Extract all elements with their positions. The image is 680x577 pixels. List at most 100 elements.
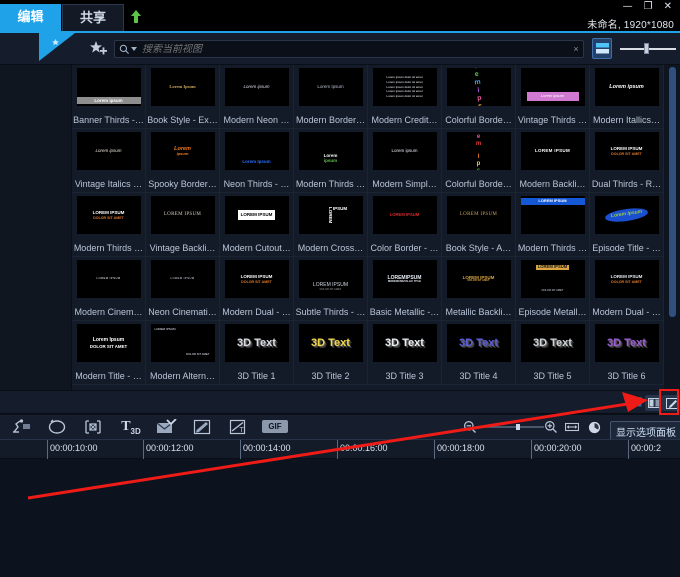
title-template-cell[interactable]: LOREM IPSUMDOLOR SIT AMETDual Thirds - R…	[590, 129, 664, 193]
title-template-cell[interactable]: Lorem IpsumBook Style - Ex…	[146, 65, 220, 129]
duplicate-panels-icon[interactable]	[625, 395, 643, 411]
template-thumbnail[interactable]: Lorem Ipsum	[225, 132, 289, 170]
title-template-cell[interactable]: LOREM IPSUMColor Border - …	[368, 193, 442, 257]
timeline-zoom-slider[interactable]	[484, 424, 544, 430]
title-template-cell[interactable]: 3D Text3D Title 5	[516, 321, 590, 385]
title-template-cell[interactable]: Lorem IpsumNeon Thirds - …	[220, 129, 294, 193]
tab-edit[interactable]: 编辑	[0, 4, 62, 31]
project-duration-icon[interactable]	[586, 418, 602, 436]
search-box[interactable]: ×	[114, 40, 584, 58]
timeline-track-area[interactable]	[0, 459, 680, 577]
template-thumbnail[interactable]: Lorem Ipsum	[595, 196, 659, 234]
template-thumbnail[interactable]: LOREM IPSUMDOLOR SIT AMET	[225, 260, 289, 298]
template-thumbnail[interactable]: LOREM IPSUM	[225, 196, 289, 234]
template-thumbnail[interactable]: Loremipsum	[447, 68, 511, 106]
title-template-cell[interactable]: Lorem ipsumModern Neon …	[220, 65, 294, 129]
title-template-cell[interactable]: LOREM IPSUMBook Style - A…	[442, 193, 516, 257]
template-thumbnail[interactable]: Lorem ipsum	[299, 132, 363, 170]
template-thumbnail[interactable]: LoremIpsum	[447, 132, 511, 170]
template-thumbnail[interactable]: LOREM IPSUMDOLOR SIT AMET	[521, 260, 585, 298]
thumbnail-size-slider[interactable]	[620, 47, 676, 51]
paint-designer-icon[interactable]	[190, 418, 214, 436]
title-template-cell[interactable]: LOREM IPSUMModern Cinem…	[72, 257, 146, 321]
template-thumbnail[interactable]: LOREM IPSUMDOLOR SIT AMET	[299, 260, 363, 298]
title-template-cell[interactable]: Lorem ipsumVintage Thirds …	[516, 65, 590, 129]
title-template-cell[interactable]: LOREM IPSUMDOLOR SIT AMETModern Dual - …	[590, 257, 664, 321]
zoom-out-icon[interactable]	[462, 418, 478, 436]
title-template-cell[interactable]: LOREM IPSUMDOLOR SIT AMETSubtle Thirds -…	[294, 257, 368, 321]
template-thumbnail[interactable]: LOREM IPSUM	[77, 260, 141, 298]
mask-creator-icon[interactable]	[46, 418, 68, 436]
multicam-editor-icon[interactable]	[82, 418, 104, 436]
scrollbar-gutter[interactable]	[664, 65, 680, 390]
title-template-cell[interactable]: LOREM IPSUMModern Thirds …	[516, 193, 590, 257]
add-star-icon[interactable]	[88, 39, 108, 59]
title-template-cell[interactable]: 3D Text3D Title 6	[590, 321, 664, 385]
title-template-cell[interactable]: LOREMIPSUMMODERN METALLIC TITLEBasic Met…	[368, 257, 442, 321]
title-template-cell[interactable]: Lorem IpsumDOLOR SIT AMETModern Title - …	[72, 321, 146, 385]
template-thumbnail[interactable]: LOREM IPSUM	[521, 196, 585, 234]
template-thumbnail[interactable]: Lorem Ipsum	[299, 68, 363, 106]
title-template-cell[interactable]: LoremIpsumColorful Borde…	[442, 129, 516, 193]
tab-share[interactable]: 共享	[62, 4, 124, 31]
title-template-cell[interactable]: Lorem ipsumModern Thirds …	[294, 129, 368, 193]
title-template-cell[interactable]: Lorem IpsumModern Border…	[294, 65, 368, 129]
template-thumbnail[interactable]: LOREM IPSUM	[151, 196, 215, 234]
template-thumbnail[interactable]: LOREM IPSUMDOLOR SIT AMET	[77, 196, 141, 234]
subtitle-editor-icon[interactable]	[154, 418, 178, 436]
template-thumbnail[interactable]: 3D Text	[225, 324, 289, 362]
minimize-icon[interactable]: —	[623, 2, 633, 12]
title-template-cell[interactable]: 3D Text3D Title 2	[294, 321, 368, 385]
template-thumbnail[interactable]: LOREM IPSUMDOLOR SIT AMET	[447, 260, 511, 298]
title-template-cell[interactable]: LOREM IPSUMDOLOR SIT AMETModern Dual - …	[220, 257, 294, 321]
template-thumbnail[interactable]: LOREMIPSUMMODERN METALLIC TITLE	[373, 260, 437, 298]
list-view-icon[interactable]	[592, 38, 612, 59]
template-thumbnail[interactable]: LOREM IPSUM	[151, 260, 215, 298]
template-thumbnail[interactable]: LOREM IPSUMDOLOR SIT AMET	[151, 324, 215, 362]
title-template-cell[interactable]: Lorem ipsumModern Itallics…	[590, 65, 664, 129]
zoom-in-icon[interactable]	[543, 418, 559, 436]
template-thumbnail[interactable]: LOREM IPSUM	[521, 132, 585, 170]
timeline-ruler[interactable]: 00:00:10:0000:00:12:0000:00:14:0000:00:1…	[0, 439, 680, 459]
title-template-cell[interactable]: LOREM IPSUMDOLOR SIT AMETMetallic Backli…	[442, 257, 516, 321]
template-thumbnail[interactable]: Lorem IpsumDOLOR SIT AMET	[77, 324, 141, 362]
audio-fade-icon[interactable]: T	[226, 418, 250, 436]
vertical-scrollbar-thumb[interactable]	[669, 67, 676, 317]
template-thumbnail[interactable]: Lorem ipsum dolor sit ametLorem ipsum do…	[373, 68, 437, 106]
title-template-cell[interactable]: LOREM IPSUMVintage Backli…	[146, 193, 220, 257]
template-thumbnail[interactable]: Lorem Ipsum	[151, 132, 215, 170]
template-thumbnail[interactable]: LOREM IPSUM	[373, 196, 437, 234]
template-thumbnail[interactable]: 3D Text	[521, 324, 585, 362]
close-icon[interactable]: ✕	[664, 2, 672, 12]
maximize-icon[interactable]: ❐	[644, 2, 653, 12]
template-thumbnail[interactable]: 3D Text	[299, 324, 363, 362]
slider-thumb[interactable]	[644, 43, 649, 54]
title-template-cell[interactable]: Lorem ipsumModern Simpl…	[368, 129, 442, 193]
template-thumbnail[interactable]: 3D Text	[595, 324, 659, 362]
library-category-panel[interactable]	[0, 65, 72, 390]
title-template-cell[interactable]: LOREM IPSUMNeon Cinemati…	[146, 257, 220, 321]
template-thumbnail[interactable]: LOREM IPSUMDOLOR SIT AMET	[595, 260, 659, 298]
template-thumbnail[interactable]: Lorem Ipsum	[151, 68, 215, 106]
title-template-cell[interactable]: 3D Text3D Title 4	[442, 321, 516, 385]
search-input[interactable]	[137, 44, 569, 55]
template-thumbnail[interactable]: LOREM IPSUM	[447, 196, 511, 234]
upload-arrow-icon[interactable]	[130, 10, 142, 24]
clear-search-icon[interactable]: ×	[569, 44, 583, 54]
title-template-cell[interactable]: LOREM IPSUMModern Cutout…	[220, 193, 294, 257]
template-thumbnail[interactable]: 3D Text	[447, 324, 511, 362]
title-template-cell[interactable]: Lorem IpsumSpooky Border…	[146, 129, 220, 193]
template-thumbnail[interactable]: Lorem ipsum	[521, 68, 585, 106]
title-template-cell[interactable]: LOREMIPSUMModern Cross…	[294, 193, 368, 257]
title-template-cell[interactable]: 3D Text3D Title 1	[220, 321, 294, 385]
template-thumbnail[interactable]: LOREM IPSUMDOLOR SIT AMET	[595, 132, 659, 170]
template-thumbnail[interactable]: Lorem ipsum	[373, 132, 437, 170]
template-thumbnail[interactable]: Lorem ipsum	[595, 68, 659, 106]
title-template-cell[interactable]: LoremipsumColorful Borde…	[442, 65, 516, 129]
fit-project-icon[interactable]	[564, 418, 580, 436]
template-thumbnail[interactable]: LOREMIPSUM	[299, 196, 363, 234]
template-thumbnail[interactable]: Lorem ipsum	[77, 132, 141, 170]
split-view-icon[interactable]	[645, 395, 663, 411]
template-thumbnail[interactable]: Lorem ipsum	[225, 68, 289, 106]
title-template-cell[interactable]: LOREM IPSUMDOLOR SIT AMETEpisode Metall…	[516, 257, 590, 321]
